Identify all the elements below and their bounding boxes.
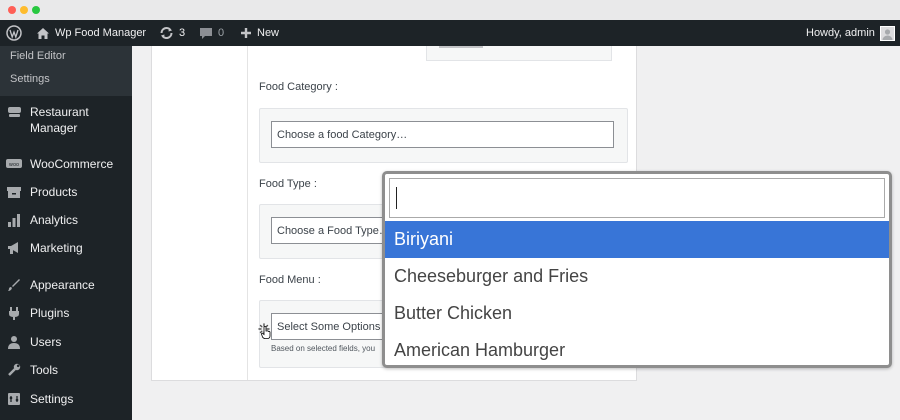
sidebar-item-settings[interactable]: Settings [0,391,132,407]
panel-edge [439,46,483,48]
dropdown-option-biriyani[interactable]: Biriyani [385,221,889,258]
close-window-button[interactable] [8,6,16,14]
sidebar-item-label: Settings [30,392,74,406]
sidebar-item-marketing[interactable]: Marketing [0,240,132,256]
sidebar-item-label: WooCommerce [30,157,114,171]
wordpress-icon [6,25,22,41]
analytics-icon [6,212,22,228]
window-titlebar [0,0,900,20]
submenu: Field Editor Settings [0,46,132,96]
site-name-link[interactable]: Wp Food Manager [36,20,146,46]
dropdown-option-american-hamburger[interactable]: American Hamburger [385,332,889,369]
submenu-item-settings[interactable]: Settings [10,73,50,85]
pointer-cursor-icon [261,326,271,339]
admin-bar: Wp Food Manager 3 0 New Howdy, admin [0,20,900,46]
admin-sidebar: Field Editor Settings Restaurant Manager… [0,46,132,420]
sidebar-item-woocommerce[interactable]: woo WooCommerce [0,156,132,172]
settings-icon [6,391,22,407]
comment-icon [200,27,212,39]
food-category-label: Food Category : [259,81,338,93]
sidebar-item-appearance[interactable]: Appearance [0,277,132,293]
sidebar-item-label: Marketing [30,241,83,255]
submenu-item-field-editor[interactable]: Field Editor [10,50,66,62]
new-label: New [257,27,280,39]
avatar-icon [882,28,893,40]
updates-icon [160,27,173,39]
plus-icon [241,28,251,38]
svg-text:woo: woo [9,162,19,168]
updates-count: 3 [179,27,186,39]
sidebar-item-label: Tools [30,363,59,377]
avatar [879,25,895,41]
text-caret [396,187,397,209]
woocommerce-icon: woo [6,156,22,172]
sidebar-item-products[interactable]: Products [0,184,132,200]
dropdown-option-cheeseburger-and-fries[interactable]: Cheeseburger and Fries [385,258,889,295]
my-account-link[interactable]: Howdy, admin [806,20,895,46]
products-icon [6,184,22,200]
home-icon [37,27,49,39]
sidebar-item-analytics[interactable]: Analytics [0,212,132,228]
sidebar-item-label: Appearance [30,278,95,292]
users-icon [6,334,22,350]
comments-count: 0 [218,27,225,39]
wordpress-logo-button[interactable] [6,20,22,46]
sidebar-item-label: Analytics [30,213,79,227]
maximize-window-button[interactable] [32,6,40,14]
comments-link[interactable]: 0 [199,20,224,46]
updates-link[interactable]: 3 [159,20,185,46]
food-category-select[interactable]: Choose a food Category… [271,121,614,148]
sidebar-item-label: Users [30,335,62,349]
tools-icon [6,362,22,378]
food-type-dropdown: Biriyani Cheeseburger and Fries Butter C… [382,171,892,368]
sidebar-item-restaurant-manager[interactable]: Restaurant Manager [0,104,132,136]
restaurant-icon [6,104,22,120]
food-menu-help-text: Based on selected fields, you [271,344,376,353]
food-menu-label: Food Menu : [259,274,321,286]
appearance-icon [6,277,22,293]
plugins-icon [6,305,22,321]
marketing-icon [6,240,22,256]
previous-field-panel [426,46,612,61]
food-type-label: Food Type : [259,178,317,190]
sidebar-item-label: Plugins [30,306,70,320]
tab-divider [247,46,248,380]
minimize-window-button[interactable] [20,6,28,14]
dropdown-search-input[interactable] [389,178,885,218]
dropdown-option-butter-chicken[interactable]: Butter Chicken [385,295,889,332]
sidebar-item-plugins[interactable]: Plugins [0,305,132,321]
new-content-link[interactable]: New [240,20,279,46]
greeting: Howdy, admin [806,27,875,39]
sidebar-item-users[interactable]: Users [0,334,132,350]
sidebar-item-label: Products [30,185,78,199]
site-name: Wp Food Manager [55,27,147,39]
sidebar-item-tools[interactable]: Tools [0,362,132,378]
sidebar-item-label: Restaurant Manager [30,105,89,135]
